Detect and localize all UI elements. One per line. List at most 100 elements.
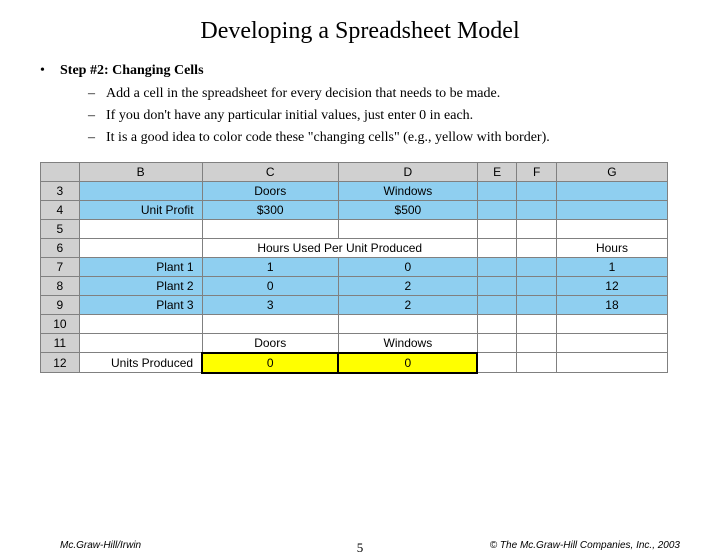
cell: 18 — [556, 295, 667, 314]
cell — [517, 219, 557, 238]
dash-icon: – — [88, 107, 106, 126]
sub-text: It is a good idea to color code these "c… — [106, 129, 550, 148]
row-header: 11 — [41, 333, 80, 353]
table-row: 5 — [41, 219, 668, 238]
cell: 12 — [556, 276, 667, 295]
dash-icon: – — [88, 85, 106, 104]
cell — [556, 219, 667, 238]
cell: Windows — [338, 333, 477, 353]
cell — [477, 276, 517, 295]
cell — [202, 314, 338, 333]
spreadsheet-table: B C D E F G 3 Doors Windows 4 Unit Profi… — [40, 162, 668, 374]
cell — [517, 238, 557, 257]
cell: 2 — [338, 276, 477, 295]
col-header-C: C — [202, 162, 338, 181]
col-header-row: B C D E F G — [41, 162, 668, 181]
cell: $300 — [202, 200, 338, 219]
cell — [477, 181, 517, 200]
table-row: 9 Plant 3 3 2 18 — [41, 295, 668, 314]
table-row: 12 Units Produced 0 0 — [41, 353, 668, 373]
cell — [517, 257, 557, 276]
cell — [79, 333, 202, 353]
cell: Hours — [556, 238, 667, 257]
col-header-D: D — [338, 162, 477, 181]
cell: 0 — [202, 276, 338, 295]
table-row: 8 Plant 2 0 2 12 — [41, 276, 668, 295]
cell — [556, 353, 667, 373]
spreadsheet: B C D E F G 3 Doors Windows 4 Unit Profi… — [40, 162, 680, 374]
cell: 0 — [338, 257, 477, 276]
cell — [79, 181, 202, 200]
sub-item-c: – It is a good idea to color code these … — [88, 129, 680, 148]
row-header: 5 — [41, 219, 80, 238]
table-row: 7 Plant 1 1 0 1 — [41, 257, 668, 276]
cell — [79, 238, 202, 257]
cell-label: Unit Profit — [79, 200, 202, 219]
cell — [517, 276, 557, 295]
col-header-B: B — [79, 162, 202, 181]
cell — [556, 200, 667, 219]
cell — [517, 314, 557, 333]
cell: Windows — [338, 181, 477, 200]
row-header: 4 — [41, 200, 80, 219]
cell — [477, 219, 517, 238]
changing-cell: 0 — [202, 353, 338, 373]
col-header-G: G — [556, 162, 667, 181]
table-row: 4 Unit Profit $300 $500 — [41, 200, 668, 219]
cell — [556, 181, 667, 200]
page-title: Developing a Spreadsheet Model — [0, 18, 720, 45]
col-header-F: F — [517, 162, 557, 181]
dash-icon: – — [88, 129, 106, 148]
bullet-icon: • — [40, 63, 60, 79]
cell: 1 — [202, 257, 338, 276]
table-row: 11 Doors Windows — [41, 333, 668, 353]
sub-text: If you don't have any particular initial… — [106, 107, 473, 126]
cell — [477, 257, 517, 276]
col-header-E: E — [477, 162, 517, 181]
row-header: 9 — [41, 295, 80, 314]
cell-label: Plant 3 — [79, 295, 202, 314]
footer-copyright: © The Mc.Graw-Hill Companies, Inc., 2003 — [490, 540, 680, 551]
cell — [556, 314, 667, 333]
cell — [338, 314, 477, 333]
cell-label: Plant 2 — [79, 276, 202, 295]
row-header: 6 — [41, 238, 80, 257]
row-header: 12 — [41, 353, 80, 373]
cell — [477, 333, 517, 353]
sub-text: Add a cell in the spreadsheet for every … — [106, 85, 500, 104]
sub-item-a: – Add a cell in the spreadsheet for ever… — [88, 85, 680, 104]
cell — [556, 333, 667, 353]
sub-list: – Add a cell in the spreadsheet for ever… — [88, 85, 680, 148]
sub-item-b: – If you don't have any particular initi… — [88, 107, 680, 126]
cell-label: Plant 1 — [79, 257, 202, 276]
row-header: 3 — [41, 181, 80, 200]
cell — [517, 200, 557, 219]
cell — [79, 314, 202, 333]
cell: Doors — [202, 181, 338, 200]
cell: 3 — [202, 295, 338, 314]
table-row: 3 Doors Windows — [41, 181, 668, 200]
row-header: 10 — [41, 314, 80, 333]
cell-span-label: Hours Used Per Unit Produced — [202, 238, 477, 257]
cell — [517, 181, 557, 200]
cell — [202, 219, 338, 238]
table-row: 6 Hours Used Per Unit Produced Hours — [41, 238, 668, 257]
cell: Doors — [202, 333, 338, 353]
cell — [477, 314, 517, 333]
row-header: 8 — [41, 276, 80, 295]
cell-label: Units Produced — [79, 353, 202, 373]
cell — [517, 295, 557, 314]
row-header: 7 — [41, 257, 80, 276]
cell — [477, 353, 517, 373]
cell — [477, 238, 517, 257]
cell: $500 — [338, 200, 477, 219]
table-row: 10 — [41, 314, 668, 333]
content-block: • Step #2: Changing Cells – Add a cell i… — [40, 63, 680, 148]
changing-cell: 0 — [338, 353, 477, 373]
cell — [79, 219, 202, 238]
corner-cell — [41, 162, 80, 181]
cell — [477, 295, 517, 314]
cell — [517, 333, 557, 353]
cell: 1 — [556, 257, 667, 276]
cell: 2 — [338, 295, 477, 314]
